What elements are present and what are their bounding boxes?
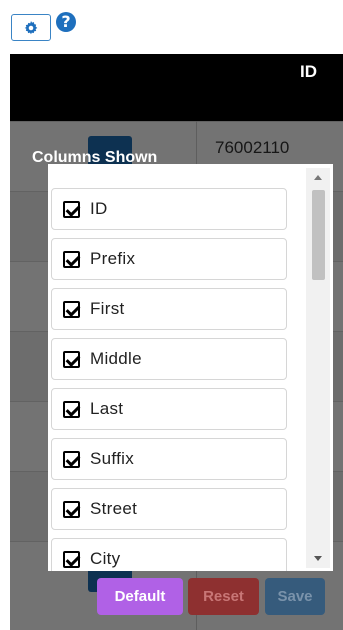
- checkbox-checked[interactable]: [63, 250, 80, 268]
- column-option-label: Last: [90, 399, 124, 418]
- column-option-prefix[interactable]: Prefix: [51, 238, 287, 280]
- column-option-label: Suffix: [90, 449, 135, 468]
- checkbox-checked[interactable]: [63, 300, 80, 318]
- column-option-label: Street: [90, 499, 138, 518]
- column-option-label: ID: [90, 199, 108, 218]
- list-scrollbar[interactable]: [306, 168, 330, 568]
- settings-button[interactable]: [11, 14, 51, 41]
- column-option-label: City: [90, 549, 121, 568]
- column-option-suffix[interactable]: Suffix: [51, 438, 287, 480]
- column-option-last[interactable]: Last: [51, 388, 287, 430]
- column-option-city[interactable]: City: [51, 538, 287, 571]
- column-option-label: Prefix: [90, 249, 136, 268]
- save-button[interactable]: Save: [265, 578, 325, 615]
- column-option-label: Middle: [90, 349, 142, 368]
- reset-button[interactable]: Reset: [188, 578, 259, 615]
- columns-list[interactable]: ID Prefix First Middle Last Suffix Stree…: [48, 164, 333, 571]
- checkbox-checked[interactable]: [63, 200, 80, 218]
- table-header: ID: [10, 54, 343, 121]
- column-option-first[interactable]: First: [51, 288, 287, 330]
- checkbox-checked[interactable]: [63, 550, 80, 568]
- checkbox-checked[interactable]: [63, 500, 80, 518]
- scroll-up-icon[interactable]: [314, 175, 322, 180]
- checkbox-checked[interactable]: [63, 350, 80, 368]
- column-option-label: First: [90, 299, 125, 318]
- checkbox-checked[interactable]: [63, 450, 80, 468]
- question-circle-icon: ?: [61, 12, 71, 31]
- checkbox-checked[interactable]: [63, 400, 80, 418]
- scrollbar-thumb[interactable]: [312, 190, 325, 280]
- column-option-street[interactable]: Street: [51, 488, 287, 530]
- default-button[interactable]: Default: [97, 578, 183, 615]
- scroll-down-icon[interactable]: [314, 556, 322, 561]
- help-button[interactable]: ?: [56, 12, 76, 32]
- column-option-id[interactable]: ID: [51, 188, 287, 230]
- column-option-middle[interactable]: Middle: [51, 338, 287, 380]
- column-header-id[interactable]: ID: [300, 62, 317, 82]
- gear-icon: [24, 20, 38, 34]
